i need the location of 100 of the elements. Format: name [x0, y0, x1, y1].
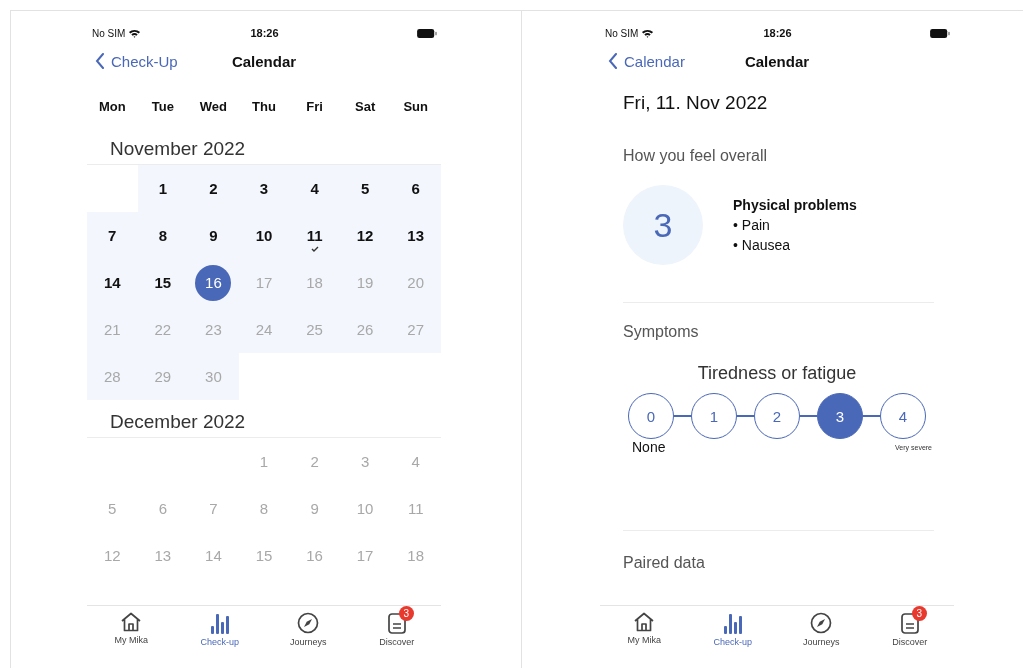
tab-bar-item[interactable]: Journeys: [777, 606, 866, 660]
day-number: 27: [406, 320, 426, 340]
calendar-day[interactable]: 21: [87, 306, 138, 353]
day-number: 25: [305, 320, 324, 340]
day-number: 14: [204, 546, 223, 566]
scale-option[interactable]: 4: [880, 393, 926, 439]
weekday-label: Mon: [98, 98, 126, 114]
calendar-day[interactable]: 13: [390, 212, 441, 259]
calendar-day[interactable]: 10: [339, 485, 391, 532]
day-number: 19: [355, 273, 375, 293]
calendar-day[interactable]: 17: [339, 532, 391, 579]
calendar-day[interactable]: 14: [87, 259, 138, 306]
notification-badge: 3: [398, 606, 414, 621]
day-number: 2: [208, 179, 219, 199]
calendar-day[interactable]: 25: [289, 306, 340, 353]
back-button[interactable]: Check-Up: [87, 52, 178, 70]
calendar-day[interactable]: 12: [87, 532, 138, 579]
calendar-day[interactable]: 1: [238, 438, 290, 485]
calendar-day[interactable]: 15: [137, 259, 189, 306]
calendar-day[interactable]: 4: [390, 438, 441, 485]
calendar-day[interactable]: 4: [289, 165, 340, 212]
day-number: 24: [254, 320, 274, 340]
calendar-day[interactable]: 2: [289, 438, 340, 485]
calendar-day[interactable]: 20: [390, 259, 441, 306]
calendar-day[interactable]: 7: [87, 212, 138, 259]
calendar-day[interactable]: 29: [137, 353, 189, 400]
weekday-label: Tue: [151, 98, 174, 114]
calendar-day[interactable]: 6: [390, 165, 441, 212]
calendar-day[interactable]: 8: [137, 212, 189, 259]
calendar-day[interactable]: 7: [188, 485, 239, 532]
calendar-day[interactable]: 9: [188, 212, 239, 259]
day-number: 13: [406, 226, 426, 246]
calendar-day[interactable]: 16: [188, 259, 239, 306]
month-title: December 2022: [87, 400, 441, 438]
score-circle: 3: [623, 185, 703, 265]
tab-bar-item[interactable]: My Mika: [87, 606, 176, 660]
calendar-day[interactable]: 13: [137, 532, 189, 579]
calendar-day[interactable]: 5: [339, 165, 391, 212]
tab-bar-item[interactable]: 3 Discover: [865, 606, 954, 660]
day-number: 5: [359, 179, 371, 199]
document-icon: [900, 612, 919, 634]
day-number: 8: [157, 226, 168, 246]
weekday-label: Sun: [403, 98, 428, 114]
calendar-day[interactable]: 26: [339, 306, 391, 353]
tab-bar-item[interactable]: Check-up: [175, 606, 264, 660]
scale-option[interactable]: 0: [628, 393, 674, 439]
date-title: Fri, 11. Nov 2022: [623, 92, 769, 114]
calendar-day[interactable]: 8: [238, 485, 290, 532]
problems-title: Physical problems: [733, 196, 857, 215]
chevron-left-icon: [608, 53, 618, 69]
calendar-day[interactable]: 28: [87, 353, 138, 400]
scale-option[interactable]: 3: [817, 393, 863, 439]
calendar-day[interactable]: 18: [289, 259, 340, 306]
day-number: 7: [107, 226, 118, 246]
day-number: 10: [355, 499, 375, 519]
calendar-day[interactable]: 12: [339, 212, 391, 259]
calendar-day[interactable]: 17: [238, 259, 290, 306]
calendar-day[interactable]: 11: [289, 212, 340, 259]
calendar-day[interactable]: 9: [289, 485, 340, 532]
day-number: 18: [305, 273, 324, 293]
wifi-icon: [641, 28, 655, 38]
day-number: 12: [355, 226, 375, 246]
day-number: 17: [254, 273, 274, 293]
section-heading: How you feel overall: [623, 147, 769, 165]
calendar-day[interactable]: 24: [238, 306, 290, 353]
calendar-day[interactable]: 5: [87, 485, 138, 532]
calendar-day[interactable]: 3: [339, 438, 391, 485]
day-number: 6: [157, 499, 168, 519]
tab-bar-item[interactable]: 3 Discover: [352, 606, 441, 660]
calendar-day[interactable]: 23: [188, 306, 239, 353]
calendar-day[interactable]: 22: [137, 306, 189, 353]
calendar-day[interactable]: 19: [339, 259, 391, 306]
weekday-label: Thu: [252, 98, 276, 114]
back-button[interactable]: Calendar: [600, 52, 685, 70]
weekday-label: Wed: [199, 98, 228, 114]
day-number: 16: [195, 264, 232, 301]
calendar-day[interactable]: 6: [137, 485, 189, 532]
house-icon: [120, 612, 143, 632]
tab-bar-item[interactable]: Check-up: [688, 606, 777, 660]
day-number: 20: [406, 273, 426, 293]
notification-badge: 3: [911, 606, 927, 621]
weekday-label: Fri: [306, 98, 323, 114]
tab-bar-item[interactable]: My Mika: [600, 606, 689, 660]
day-number: 18: [406, 546, 426, 566]
calendar-day[interactable]: 16: [289, 532, 340, 579]
calendar-day[interactable]: 10: [238, 212, 290, 259]
scale-option[interactable]: 1: [691, 393, 737, 439]
day-number: 29: [153, 367, 173, 387]
calendar-day[interactable]: 1: [137, 165, 189, 212]
tab-bar-item[interactable]: Journeys: [264, 606, 353, 660]
scale-option[interactable]: 2: [754, 393, 800, 439]
calendar-day[interactable]: 3: [238, 165, 290, 212]
calendar-day[interactable]: 2: [188, 165, 239, 212]
calendar-day[interactable]: 30: [188, 353, 239, 400]
calendar-day[interactable]: 11: [390, 485, 441, 532]
calendar-day[interactable]: 18: [390, 532, 441, 579]
day-number: 3: [359, 452, 371, 472]
calendar-day[interactable]: 27: [390, 306, 441, 353]
calendar-day[interactable]: 15: [238, 532, 290, 579]
calendar-day[interactable]: 14: [188, 532, 239, 579]
